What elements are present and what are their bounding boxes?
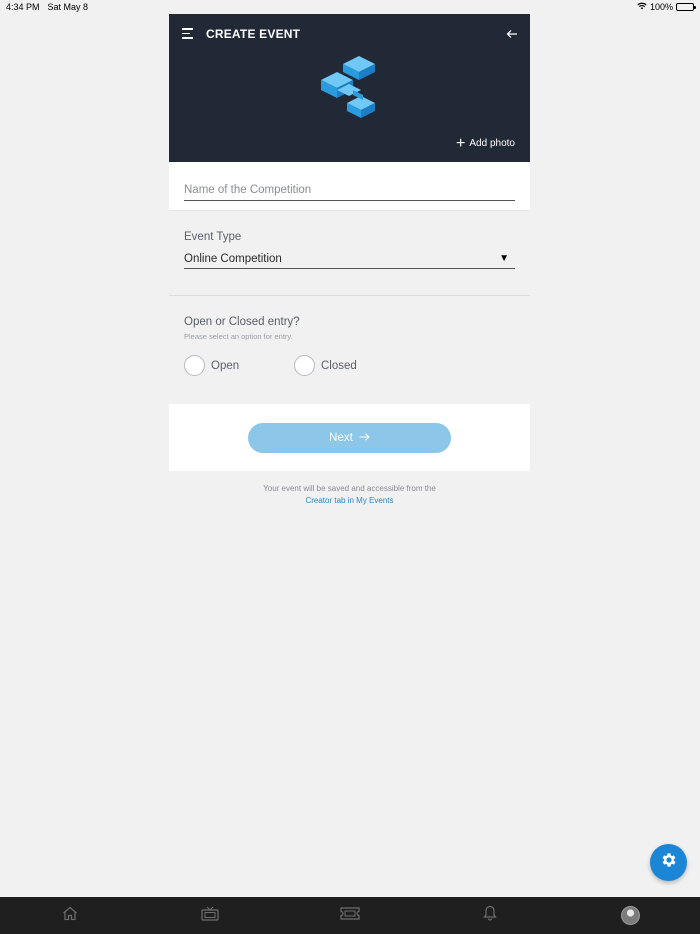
nav-notifications[interactable] <box>475 903 505 929</box>
home-icon <box>62 906 78 926</box>
nav-tickets[interactable] <box>335 903 365 929</box>
footnote-text: Your event will be saved and accessible … <box>263 484 436 493</box>
battery-percent: 100% <box>649 2 673 12</box>
entry-options: Open Closed <box>184 355 515 376</box>
gear-icon <box>660 851 678 874</box>
radio-circle[interactable] <box>184 355 205 376</box>
page-title: CREATE EVENT <box>206 27 301 41</box>
event-type-section: Event Type Online Competition ▼ <box>169 211 530 296</box>
ticket-icon <box>340 906 360 925</box>
add-photo-label: Add photo <box>469 138 515 149</box>
back-arrow-icon[interactable] <box>506 26 518 42</box>
footnote: Your event will be saved and accessible … <box>169 483 530 507</box>
bell-icon <box>483 905 497 926</box>
status-bar: 4:34 PM Sat May 8 100% <box>0 0 700 14</box>
status-time: 4:34 PM <box>6 2 40 12</box>
event-type-label: Event Type <box>184 231 242 243</box>
dropdown-arrow-icon: ▼ <box>499 253 509 264</box>
plus-icon: + <box>456 134 466 152</box>
competition-name-input[interactable] <box>184 180 515 201</box>
wifi-icon <box>637 2 647 12</box>
name-section <box>169 162 530 211</box>
menu-icon[interactable] <box>182 28 196 40</box>
radio-closed[interactable]: Closed <box>294 355 404 376</box>
avatar <box>620 906 640 925</box>
settings-button[interactable] <box>650 844 687 881</box>
entry-section: Open or Closed entry? Please select an o… <box>169 296 530 404</box>
next-button[interactable]: Next <box>248 422 451 453</box>
entry-label: Open or Closed entry? <box>184 316 300 328</box>
radio-open-label: Open <box>211 359 240 372</box>
next-section: Next <box>169 404 530 471</box>
event-logo-icon <box>319 54 381 120</box>
arrow-right-icon <box>359 432 370 444</box>
nav-tv[interactable] <box>195 903 225 929</box>
entry-help-text: Please select an option for entry. <box>184 332 293 341</box>
radio-open[interactable]: Open <box>184 355 294 376</box>
event-type-select[interactable]: Online Competition ▼ <box>184 249 515 269</box>
radio-circle[interactable] <box>294 355 315 376</box>
status-date: Sat May 8 <box>47 2 89 12</box>
nav-profile[interactable] <box>615 903 645 929</box>
creator-tab-link[interactable]: Creator tab in My Events <box>169 495 530 507</box>
header: CREATE EVENT + Add photo <box>169 14 530 162</box>
next-button-label: Next <box>329 431 353 444</box>
tv-icon <box>201 906 219 926</box>
create-event-panel: CREATE EVENT + Add photo Name of the Com… <box>169 14 530 507</box>
nav-home[interactable] <box>55 903 85 929</box>
bottom-nav <box>0 897 700 934</box>
add-photo-button[interactable]: + Add photo <box>456 134 515 152</box>
radio-closed-label: Closed <box>321 359 357 372</box>
battery-icon <box>676 3 696 11</box>
event-type-value: Online Competition <box>184 252 282 265</box>
